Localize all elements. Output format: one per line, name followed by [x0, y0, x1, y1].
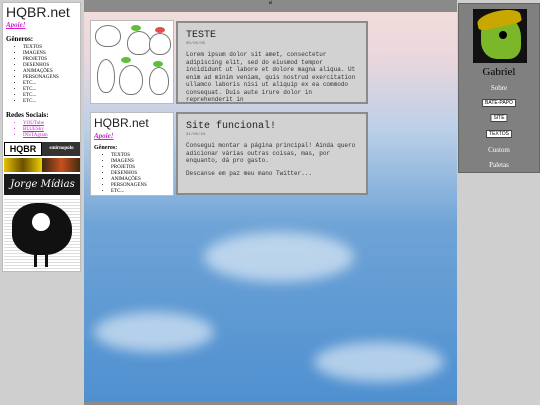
mini-apoie: Apoie! [94, 132, 114, 140]
post-title[interactable]: TESTE [186, 30, 359, 41]
redes-title: Redes Sociais: [6, 111, 49, 119]
mini-logo: HQBR.net [94, 116, 149, 130]
post-date: 05/05/05 [186, 42, 206, 46]
jorge-midias-banner[interactable]: Jorge Mídias [4, 174, 80, 195]
post-text: Consegui montar a página principal! Aind… [186, 142, 356, 164]
post-body: TESTE 05/05/05 Lorem ipsum dolor sit ame… [176, 21, 368, 104]
profile-name: Gabriel [482, 66, 516, 78]
leaf-icon [121, 57, 131, 63]
apoie-link[interactable]: Apoie! [6, 21, 77, 29]
mini-generos-list: TEXTOS IMAGENS PROJETOS DESENHOS ANIMAÇÕ… [111, 153, 170, 195]
nav-sobre[interactable]: Sobre [459, 84, 539, 92]
nav-paletas[interactable]: Paletas [459, 161, 539, 169]
avatar-eye [499, 31, 507, 39]
site-logo[interactable]: HQBR.net [6, 5, 77, 20]
profile-sidebar: Gabriel Sobre BATE-PAPO SITE TEXTOS Cust… [458, 3, 540, 173]
hqbr-banner[interactable]: HQBR smirnopolo [4, 142, 80, 156]
cat-legs [34, 249, 48, 267]
character-sprite [97, 59, 115, 93]
nav-custom[interactable]: Custom [459, 146, 539, 154]
sidebar-panel: HQBR.net Apoie! Gêneros: TEXTOS IMAGENS … [2, 2, 81, 272]
pixel-art-right-image [42, 158, 80, 172]
cloud-shape [94, 312, 214, 352]
character-sprite [127, 31, 151, 55]
pixel-art-left-image [4, 158, 42, 172]
post-text: Descanse em paz meu mano Twitter... [186, 169, 313, 177]
post-text: Lorem ipsum dolor sit amet, consectetur … [186, 51, 356, 103]
generos-list: TEXTOS IMAGENS PROJETOS DESENHOS ANIMAÇÕ… [23, 45, 77, 105]
main-feed[interactable]: TESTE 05/05/05 Lorem ipsum dolor sit ame… [84, 12, 457, 402]
post-date: 31/05/24 [186, 133, 206, 137]
nav-bate-papo-button[interactable]: BATE-PAPO [482, 99, 516, 107]
smirnopolo-banner-text: smirnopolo [42, 142, 80, 156]
pixel-art-banner[interactable] [4, 158, 80, 172]
left-sidebar: HQBR.net Apoie! Gêneros: TEXTOS IMAGENS … [0, 0, 84, 405]
avatar[interactable] [473, 9, 527, 63]
hqbr-banner-text: HQBR [4, 142, 42, 156]
nav-site-button[interactable]: SITE [490, 114, 508, 122]
genero-item[interactable]: ETC... [23, 99, 77, 105]
redes-list: YOUTube BLUESky INSTAgram [23, 121, 77, 139]
character-sprite [149, 33, 171, 55]
cat-face [32, 213, 50, 231]
post-thumbnail-site[interactable]: HQBR.net Apoie! Gêneros: TEXTOS IMAGENS … [90, 112, 174, 196]
instagram-link[interactable]: INSTAgram [23, 133, 77, 139]
post-title[interactable]: Site funcional! [186, 121, 359, 132]
post-body: Site funcional! 31/05/24 Consegui montar… [176, 112, 368, 195]
nav-textos-button[interactable]: TEXTOS [486, 130, 512, 138]
cloud-shape [204, 232, 354, 282]
post-thumbnail-characters[interactable] [90, 20, 174, 104]
character-sprite [119, 65, 143, 95]
mini-genero-item: ETC... [111, 189, 170, 195]
top-bar-label: ei [268, 1, 273, 6]
generos-title: Gêneros: [6, 35, 34, 43]
character-sprite [149, 67, 169, 95]
mini-generos-title: Gêneros: [94, 145, 118, 151]
ink-cat-image [4, 197, 80, 271]
character-sprite [95, 25, 121, 47]
cloud-shape [314, 342, 444, 382]
top-bar: ei [84, 0, 457, 12]
